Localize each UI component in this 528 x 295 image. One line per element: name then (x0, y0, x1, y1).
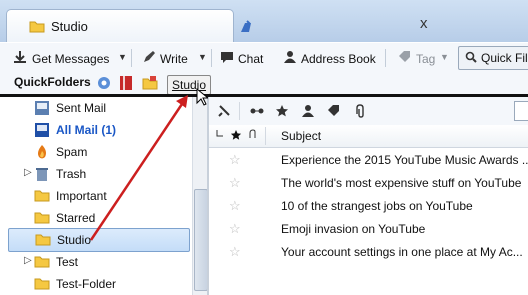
mouse-cursor-icon (196, 87, 210, 109)
annotation-arrow (89, 95, 188, 241)
